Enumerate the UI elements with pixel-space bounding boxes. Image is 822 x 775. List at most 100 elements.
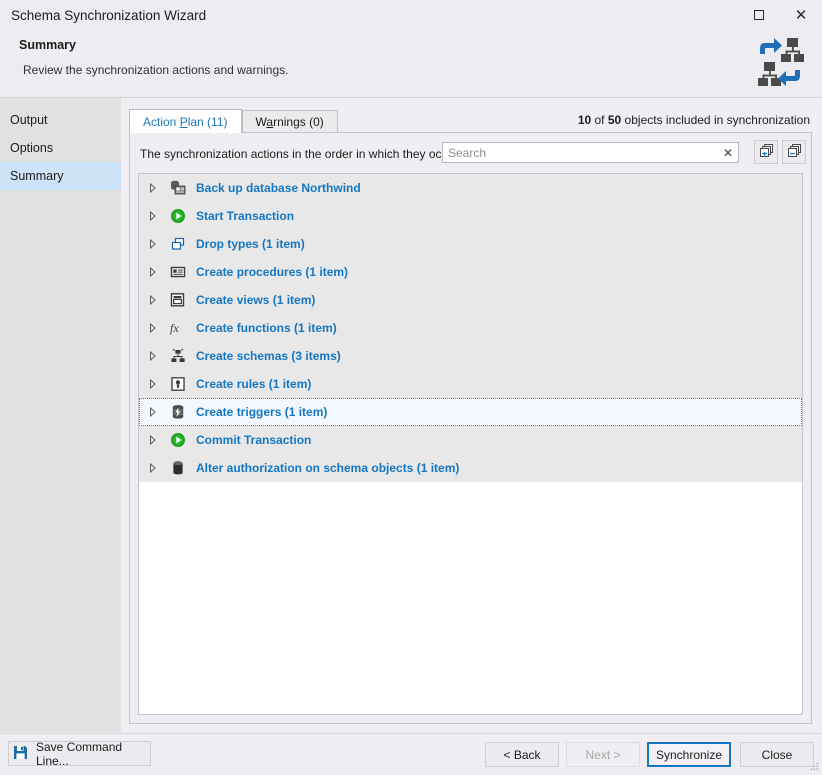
type-icon: [166, 236, 190, 252]
save-command-line-label: Save Command Line...: [36, 739, 123, 768]
table-row[interactable]: Create rules (1 item): [139, 370, 802, 398]
included-count: 10: [577, 113, 592, 127]
count-separator: of: [591, 113, 608, 127]
resize-grip[interactable]: [808, 760, 820, 772]
close-dialog-button[interactable]: Close: [740, 742, 814, 767]
table-row[interactable]: Create procedures (1 item): [139, 258, 802, 286]
clear-search-icon[interactable]: ✕: [718, 146, 738, 160]
synchronize-button-label: Synchronize: [655, 747, 723, 762]
row-label: Create procedures (1 item): [196, 265, 349, 279]
content-area: Action Plan (11) Warnings (0) 10 of 50 o…: [121, 97, 822, 732]
tab-label-pre: Action: [143, 115, 180, 129]
table-row[interactable]: fx Create functions (1 item): [139, 314, 802, 342]
row-label: Start Transaction: [196, 209, 295, 223]
procedure-icon: [166, 264, 190, 280]
sidebar-item-summary[interactable]: Summary: [0, 162, 121, 190]
expand-all-button[interactable]: [754, 140, 778, 164]
tab-action-plan[interactable]: Action Plan (11): [129, 109, 242, 133]
search-box[interactable]: ✕: [442, 142, 739, 163]
schema-sync-logo-icon: [754, 36, 806, 88]
save-floppy-icon: [13, 745, 28, 763]
page-title: Summary: [19, 38, 76, 52]
synchronize-button[interactable]: Synchronize: [647, 742, 731, 767]
sidebar-item-output[interactable]: Output: [0, 106, 121, 134]
next-button-label: Next >: [585, 747, 621, 762]
close-button[interactable]: ✕: [780, 0, 822, 30]
wizard-sidebar: Output Options Summary: [0, 97, 121, 732]
sidebar-item-options[interactable]: Options: [0, 134, 121, 162]
save-command-line-button[interactable]: Save Command Line...: [8, 739, 151, 768]
action-plan-panel: The synchronization actions in the order…: [129, 132, 812, 724]
close-dialog-button-label: Close: [761, 747, 793, 762]
database-icon: [166, 460, 190, 476]
window-controls: ✕: [738, 0, 822, 30]
table-row[interactable]: Create schemas (3 items): [139, 342, 802, 370]
collapse-all-icon: [787, 143, 802, 161]
search-input[interactable]: [443, 144, 718, 161]
chevron-right-icon[interactable]: [140, 435, 166, 445]
tab-label-pre: W: [255, 115, 267, 129]
chevron-right-icon[interactable]: [140, 351, 166, 361]
table-row[interactable]: Drop types (1 item): [139, 230, 802, 258]
sidebar-item-label: Output: [10, 113, 48, 127]
backup-database-icon: [166, 180, 190, 196]
row-label: Create rules (1 item): [196, 377, 312, 391]
trigger-icon: [166, 404, 190, 420]
row-label: Back up database Northwind: [196, 181, 361, 195]
chevron-right-icon[interactable]: [140, 463, 166, 473]
chevron-right-icon[interactable]: [140, 295, 166, 305]
view-icon: [166, 292, 190, 308]
title-bar: Schema Synchronization Wizard ✕: [0, 0, 822, 30]
row-label: Create schemas (3 items): [196, 349, 341, 363]
tab-strip: Action Plan (11) Warnings (0): [129, 109, 338, 133]
collapse-all-button[interactable]: [782, 140, 806, 164]
row-label: Create functions (1 item): [196, 321, 337, 335]
table-row[interactable]: Create views (1 item): [139, 286, 802, 314]
tab-row: Action Plan (11) Warnings (0) 10 of 50 o…: [129, 109, 812, 133]
play-green-icon: [166, 432, 190, 448]
back-button-label: < Back: [503, 747, 541, 762]
tab-warnings[interactable]: Warnings (0): [241, 110, 338, 133]
count-suffix: objects included in synchronization: [621, 113, 810, 127]
chevron-right-icon[interactable]: [140, 267, 166, 277]
close-icon: ✕: [794, 6, 808, 24]
play-green-icon: [166, 208, 190, 224]
chevron-right-icon[interactable]: [140, 239, 166, 249]
expand-all-icon: [759, 143, 774, 161]
row-label: Commit Transaction: [196, 433, 312, 447]
svg-text:fx: fx: [170, 321, 179, 335]
objects-included-summary: 10 of 50 objects included in synchroniza…: [578, 113, 810, 127]
schema-tree-icon: [166, 348, 190, 364]
chevron-right-icon[interactable]: [140, 211, 166, 221]
maximize-icon: [754, 10, 764, 20]
tab-label-post: rnings (0): [273, 115, 324, 129]
row-label: Drop types (1 item): [196, 237, 305, 251]
row-label: Create views (1 item): [196, 293, 316, 307]
sidebar-item-label: Options: [10, 141, 54, 155]
action-plan-tree[interactable]: Back up database Northwind Start Transac…: [138, 173, 803, 715]
window-title: Schema Synchronization Wizard: [11, 7, 207, 23]
chevron-right-icon[interactable]: [140, 323, 166, 333]
back-button[interactable]: < Back: [485, 742, 559, 767]
sidebar-item-label: Summary: [10, 169, 64, 183]
page-subtitle: Review the synchronization actions and w…: [23, 63, 289, 77]
maximize-button[interactable]: [738, 0, 780, 30]
total-count: 50: [607, 113, 622, 127]
row-label: Create triggers (1 item): [196, 405, 328, 419]
chevron-right-icon[interactable]: [140, 379, 166, 389]
table-row[interactable]: Commit Transaction: [139, 426, 802, 454]
table-row[interactable]: Alter authorization on schema objects (1…: [139, 454, 802, 482]
row-label: Alter authorization on schema objects (1…: [196, 461, 460, 475]
table-row[interactable]: Start Transaction: [139, 202, 802, 230]
chevron-right-icon[interactable]: [140, 183, 166, 193]
next-button[interactable]: Next >: [566, 742, 640, 767]
panel-toolbar: The synchronization actions in the order…: [130, 133, 811, 173]
wizard-body: Output Options Summary Action Plan (11) …: [0, 97, 822, 732]
chevron-right-icon[interactable]: [140, 407, 166, 417]
table-row[interactable]: Back up database Northwind: [139, 174, 802, 202]
function-fx-icon: fx: [166, 320, 190, 336]
toolbar-description: The synchronization actions in the order…: [140, 147, 461, 161]
wizard-header: Summary Review the synchronization actio…: [0, 30, 822, 97]
tab-label-accel: P: [179, 115, 188, 129]
table-row[interactable]: Create triggers (1 item): [139, 398, 802, 426]
